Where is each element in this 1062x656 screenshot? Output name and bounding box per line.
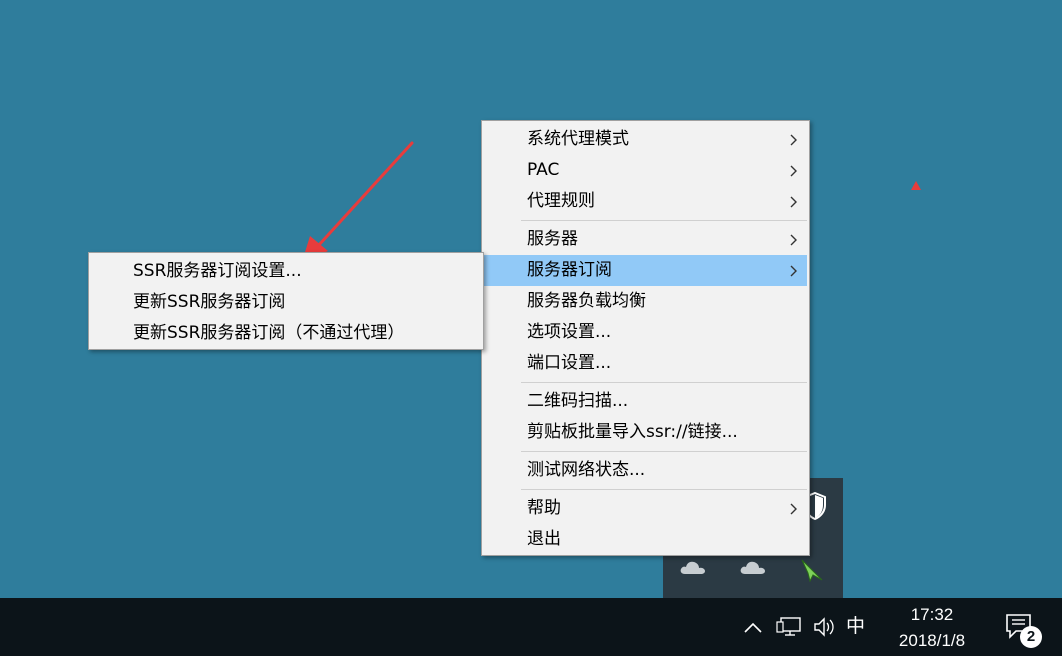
- menu-item-label: 端口设置...: [527, 353, 612, 373]
- menu-separator: [521, 220, 807, 221]
- action-center-button[interactable]: 2: [1004, 612, 1044, 648]
- menu-item-label: 服务器负载均衡: [527, 291, 646, 311]
- menu-separator: [521, 451, 807, 452]
- onedrive-cloud-icon[interactable]: [739, 558, 767, 578]
- menu-separator: [521, 489, 807, 490]
- chevron-right-icon: [787, 493, 799, 524]
- subscription-submenu: SSR服务器订阅设置... 更新SSR服务器订阅 更新SSR服务器订阅（不通过代…: [88, 252, 484, 350]
- input-method-indicator[interactable]: 中: [846, 614, 865, 638]
- red-triangle-mark: [911, 181, 921, 190]
- menu-item-label: 更新SSR服务器订阅（不通过代理）: [133, 323, 405, 343]
- menu-item-label: SSR服务器订阅设置...: [133, 261, 302, 281]
- menu-item-label: 选项设置...: [527, 322, 612, 342]
- onedrive-cloud-icon[interactable]: [679, 558, 707, 578]
- menu-item-exit[interactable]: 退出: [484, 524, 807, 555]
- menu-item-label: 帮助: [527, 498, 561, 518]
- menu-item-import-from-clipboard[interactable]: 剪贴板批量导入ssr://链接...: [484, 417, 807, 448]
- chevron-right-icon: [787, 186, 799, 217]
- menu-item-label: 服务器订阅: [527, 260, 612, 280]
- menu-item-label: 二维码扫描...: [527, 391, 629, 411]
- ssr-tray-context-menu: 系统代理模式 PAC 代理规则 服务器 服务器订阅 服务器负载均衡 选项设置..…: [481, 120, 810, 556]
- submenu-item-update-subscription-no-proxy[interactable]: 更新SSR服务器订阅（不通过代理）: [91, 318, 481, 349]
- menu-item-pac[interactable]: PAC: [484, 155, 807, 186]
- taskbar: 中 17:32 2018/1/8 2: [0, 598, 1062, 656]
- submenu-item-update-subscription[interactable]: 更新SSR服务器订阅: [91, 287, 481, 318]
- menu-item-label: 退出: [527, 529, 561, 549]
- menu-item-qrcode-scan[interactable]: 二维码扫描...: [484, 386, 807, 417]
- network-icon[interactable]: [775, 615, 803, 639]
- menu-item-test-network[interactable]: 测试网络状态...: [484, 455, 807, 486]
- volume-icon[interactable]: [812, 615, 838, 639]
- menu-item-system-proxy-mode[interactable]: 系统代理模式: [484, 124, 807, 155]
- chevron-right-icon: [787, 155, 799, 186]
- menu-item-load-balance[interactable]: 服务器负载均衡: [484, 286, 807, 317]
- chevron-right-icon: [787, 124, 799, 155]
- ssr-paper-plane-icon[interactable]: [799, 558, 827, 583]
- menu-item-options[interactable]: 选项设置...: [484, 317, 807, 348]
- menu-item-label: 代理规则: [527, 191, 595, 211]
- chevron-right-icon: [787, 224, 799, 255]
- menu-item-help[interactable]: 帮助: [484, 493, 807, 524]
- menu-separator: [521, 382, 807, 383]
- menu-item-label: 服务器: [527, 229, 578, 249]
- taskbar-clock[interactable]: 17:32 2018/1/8: [884, 602, 980, 654]
- chevron-right-icon: [787, 255, 799, 286]
- menu-item-label: 系统代理模式: [527, 129, 629, 149]
- submenu-item-subscription-settings[interactable]: SSR服务器订阅设置...: [91, 256, 481, 287]
- menu-item-label: 测试网络状态...: [527, 460, 646, 480]
- menu-item-proxy-rules[interactable]: 代理规则: [484, 186, 807, 217]
- notification-count-badge: 2: [1020, 626, 1042, 648]
- menu-item-label: PAC: [527, 160, 560, 180]
- menu-item-servers[interactable]: 服务器: [484, 224, 807, 255]
- menu-item-label: 剪贴板批量导入ssr://链接...: [527, 422, 738, 442]
- menu-item-port-settings[interactable]: 端口设置...: [484, 348, 807, 379]
- clock-date: 2018/1/8: [898, 631, 966, 650]
- show-hidden-icons-chevron-up-icon[interactable]: [742, 616, 764, 638]
- clock-time: 17:32: [910, 605, 954, 624]
- menu-item-server-subscription[interactable]: 服务器订阅: [484, 255, 807, 286]
- menu-item-label: 更新SSR服务器订阅: [133, 292, 286, 312]
